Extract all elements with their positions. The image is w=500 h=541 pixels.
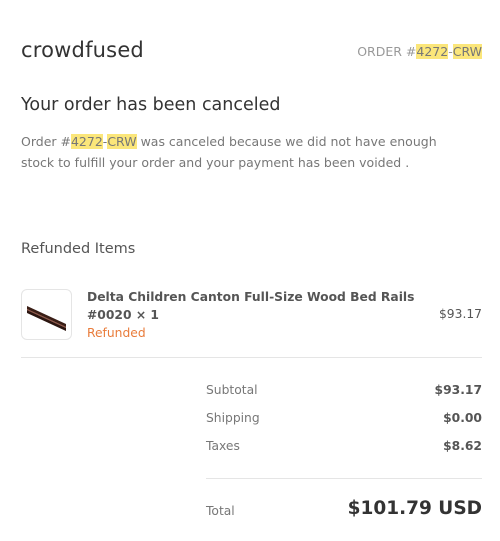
product-quantity: × 1: [135, 308, 159, 322]
divider: [21, 357, 482, 358]
taxes-row: Taxes $8.62: [206, 439, 482, 459]
shop-name: crowdfused: [21, 38, 144, 62]
shipping-label: Shipping: [206, 411, 260, 425]
product-thumbnail: [21, 289, 72, 340]
subtotal-label: Subtotal: [206, 383, 258, 397]
refund-status: Refunded: [87, 326, 146, 340]
shipping-value: $0.00: [443, 411, 482, 425]
message-order-suffix: CRW: [107, 134, 137, 149]
subtotal-value: $93.17: [434, 383, 482, 397]
order-ref-suffix: CRW: [452, 44, 482, 59]
cancel-message: Order #4272-CRW was canceled because we …: [21, 131, 471, 173]
list-item: Delta Children Canton Full-Size Wood Bed…: [21, 288, 482, 344]
shipping-row: Shipping $0.00: [206, 411, 482, 431]
totals-divider: [206, 478, 482, 479]
order-reference: ORDER #4272-CRW: [357, 44, 482, 59]
page-title: Your order has been canceled: [21, 95, 281, 115]
refunded-items-title: Refunded Items: [21, 241, 136, 257]
message-order-number: 4272: [70, 134, 103, 149]
product-price: $93.17: [438, 307, 482, 321]
order-ref-prefix: ORDER #: [357, 44, 417, 59]
taxes-label: Taxes: [206, 439, 240, 453]
order-ref-number: 4272: [416, 44, 449, 59]
product-name: Delta Children Canton Full-Size Wood Bed…: [87, 288, 417, 324]
total-value: $101.79 USD: [347, 498, 482, 519]
total-row: Total $101.79 USD: [206, 498, 482, 528]
subtotal-row: Subtotal $93.17: [206, 383, 482, 403]
taxes-value: $8.62: [443, 439, 482, 453]
email-header: crowdfused ORDER #4272-CRW: [21, 38, 482, 70]
message-before: Order #: [21, 134, 71, 149]
bed-rails-icon: [27, 306, 66, 331]
total-label: Total: [206, 504, 235, 518]
